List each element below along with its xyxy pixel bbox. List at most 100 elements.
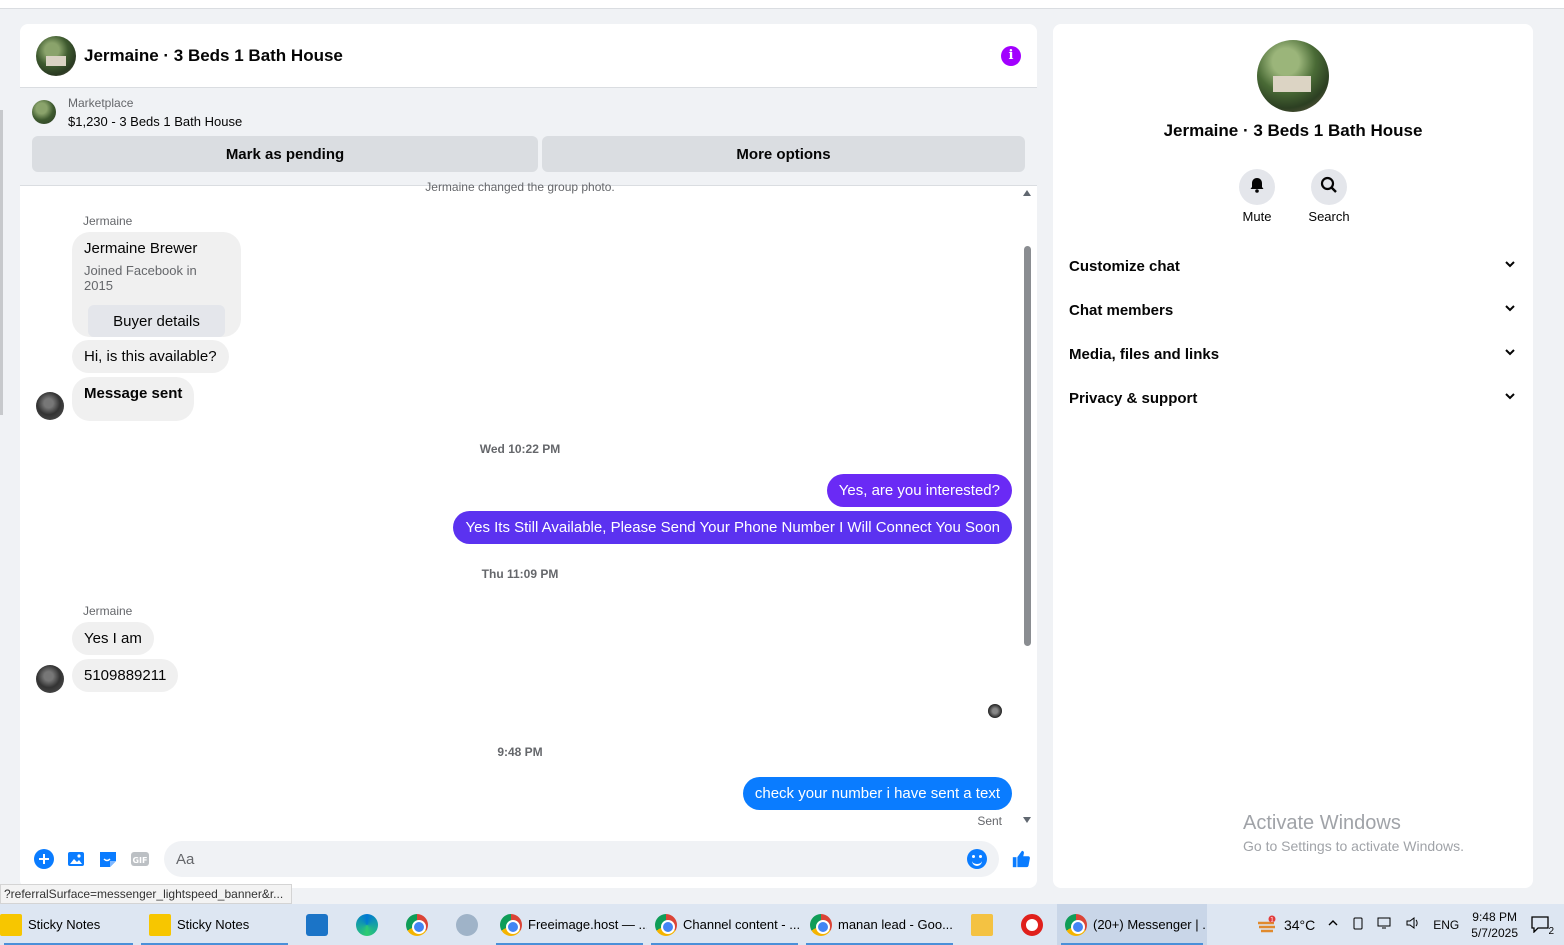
section-media-files-links[interactable]: Media, files and links (1053, 332, 1533, 376)
battery-icon[interactable] (1351, 916, 1365, 933)
chat-header: Jermaine · 3 Beds 1 Bath House i (20, 24, 1037, 88)
timestamp: Wed 10:22 PM (479, 442, 561, 456)
message-outgoing[interactable]: Yes Its Still Available, Please Send You… (453, 511, 1012, 544)
listing-thumbnail[interactable] (32, 100, 56, 124)
taskbar-label: (20+) Messenger | ... (1093, 917, 1207, 932)
chat-panel: Jermaine · 3 Beds 1 Bath House i Marketp… (20, 24, 1037, 888)
activate-windows-watermark: Activate Windows Go to Settings to activ… (1243, 812, 1464, 854)
volume-icon[interactable] (1405, 916, 1421, 933)
message-outgoing[interactable]: check your number i have sent a text (742, 777, 1012, 810)
buyer-name: Jermaine Brewer (84, 240, 198, 257)
mute-button[interactable]: Mute (1237, 169, 1277, 224)
info-icon[interactable]: i (1001, 45, 1021, 66)
buyer-details-button[interactable]: Buyer details (88, 305, 225, 337)
chevron-up-icon[interactable] (1327, 917, 1339, 932)
taskbar-item-freeimage[interactable]: Freeimage.host — ... (492, 904, 647, 945)
weather-icon[interactable]: 1 34°C (1256, 915, 1315, 935)
status-url: ?referralSurface=messenger_lightspeed_ba… (0, 884, 293, 904)
svg-text:1: 1 (1270, 916, 1274, 923)
mark-as-pending-button[interactable]: Mark as pending (32, 136, 538, 172)
edge-icon (356, 913, 378, 936)
message-incoming[interactable]: Hi, is this available? (72, 340, 229, 373)
chevron-down-icon (1503, 389, 1517, 407)
taskbar-label: Channel content - ... (683, 917, 801, 932)
mute-label: Mute (1242, 209, 1272, 224)
chrome-icon (500, 913, 522, 936)
taskbar-item-edge[interactable] (342, 904, 392, 945)
more-options-button[interactable]: More options (542, 136, 1025, 172)
section-label: Privacy & support (1069, 389, 1198, 407)
listing-title[interactable]: $1,230 - 3 Beds 1 Bath House (68, 114, 242, 129)
taskbar-item-messenger[interactable]: (20+) Messenger | ... (1057, 904, 1207, 945)
notification-icon[interactable]: 2 (1530, 915, 1554, 937)
browser-top-strip (0, 0, 1564, 9)
clock[interactable]: 9:48 PM 5/7/2025 (1471, 909, 1518, 941)
info-avatar[interactable] (1257, 40, 1329, 112)
sticky-notes-icon (149, 913, 171, 936)
scrollbar-thumb[interactable] (1024, 246, 1031, 646)
section-chat-members[interactable]: Chat members (1053, 288, 1533, 332)
search-icon (1320, 176, 1338, 199)
sender-name: Jermaine (83, 604, 133, 618)
sticky-notes-icon (0, 913, 22, 936)
section-label: Media, files and links (1069, 345, 1220, 363)
taskbar-item-chrome[interactable] (392, 904, 442, 945)
system-note: Jermaine changed the group photo. (425, 180, 615, 194)
taskbar-item-app[interactable] (442, 904, 492, 945)
message-incoming[interactable]: Yes I am (72, 622, 154, 655)
taskbar-item-opera[interactable] (1007, 904, 1057, 945)
scroll-down-arrow[interactable] (1023, 817, 1031, 823)
marketplace-label: Marketplace (68, 96, 134, 110)
sticker-icon[interactable] (98, 849, 118, 869)
sender-avatar[interactable] (36, 665, 64, 693)
message-outgoing[interactable]: Yes, are you interested? (826, 474, 1012, 507)
marketplace-banner: Marketplace $1,230 - 3 Beds 1 Bath House… (20, 88, 1037, 186)
taskbar-label: Sticky Notes (28, 917, 101, 932)
clock-time: 9:48 PM (1472, 909, 1517, 924)
opera-icon (1021, 913, 1043, 936)
plus-icon[interactable] (34, 849, 54, 869)
emoji-icon[interactable] (967, 849, 987, 869)
buyer-joined: Joined Facebook in 2015 (84, 263, 197, 293)
taskbar-item-channel-content[interactable]: Channel content - ... (647, 904, 802, 945)
chrome-icon (810, 913, 832, 936)
gif-icon[interactable]: GIF (130, 849, 150, 869)
chevron-down-icon (1503, 301, 1517, 319)
scroll-up-arrow[interactable] (1023, 190, 1031, 196)
left-edge-bar (0, 110, 3, 415)
svg-text:GIF: GIF (132, 856, 147, 865)
folder-icon (971, 913, 993, 936)
language-indicator[interactable]: ENG (1433, 918, 1459, 932)
read-receipt-avatar (988, 704, 1002, 718)
scrollbar[interactable] (1023, 246, 1031, 811)
section-customize-chat[interactable]: Customize chat (1053, 244, 1533, 288)
message-status: Sent (977, 814, 1002, 828)
taskbar-label: manan lead - Goo... (838, 917, 953, 932)
microphone-icon (306, 913, 328, 936)
chrome-icon (655, 913, 677, 936)
taskbar-item-sticky-notes-2[interactable]: Sticky Notes (137, 904, 292, 945)
app-icon (456, 913, 478, 936)
taskbar: Sticky Notes Sticky Notes Freeimage.host… (0, 904, 1564, 945)
taskbar-item-file-explorer[interactable] (957, 904, 1007, 945)
taskbar-item-voice[interactable] (292, 904, 342, 945)
bell-icon (1248, 176, 1266, 199)
info-panel: Jermaine · 3 Beds 1 Bath House Mute Sear… (1053, 24, 1533, 888)
image-icon[interactable] (66, 849, 86, 869)
taskbar-item-sticky-notes[interactable]: Sticky Notes (0, 904, 137, 945)
like-icon[interactable] (1011, 849, 1031, 869)
search-label: Search (1308, 209, 1350, 224)
chevron-down-icon (1503, 345, 1517, 363)
network-icon[interactable] (1377, 916, 1393, 933)
section-privacy-support[interactable]: Privacy & support (1053, 376, 1533, 420)
search-button[interactable]: Search (1308, 169, 1350, 224)
sender-avatar[interactable] (36, 392, 64, 420)
message-input[interactable] (176, 850, 967, 868)
message-list: Jermaine changed the group photo. Jermai… (20, 180, 1037, 841)
chat-title[interactable]: Jermaine · 3 Beds 1 Bath House (84, 46, 343, 66)
taskbar-item-manan-lead[interactable]: manan lead - Goo... (802, 904, 957, 945)
message-incoming[interactable]: Message sent (72, 377, 195, 421)
temperature: 34°C (1283, 916, 1316, 933)
chat-avatar[interactable] (36, 35, 76, 76)
message-incoming[interactable]: 5109889211 (72, 659, 179, 692)
